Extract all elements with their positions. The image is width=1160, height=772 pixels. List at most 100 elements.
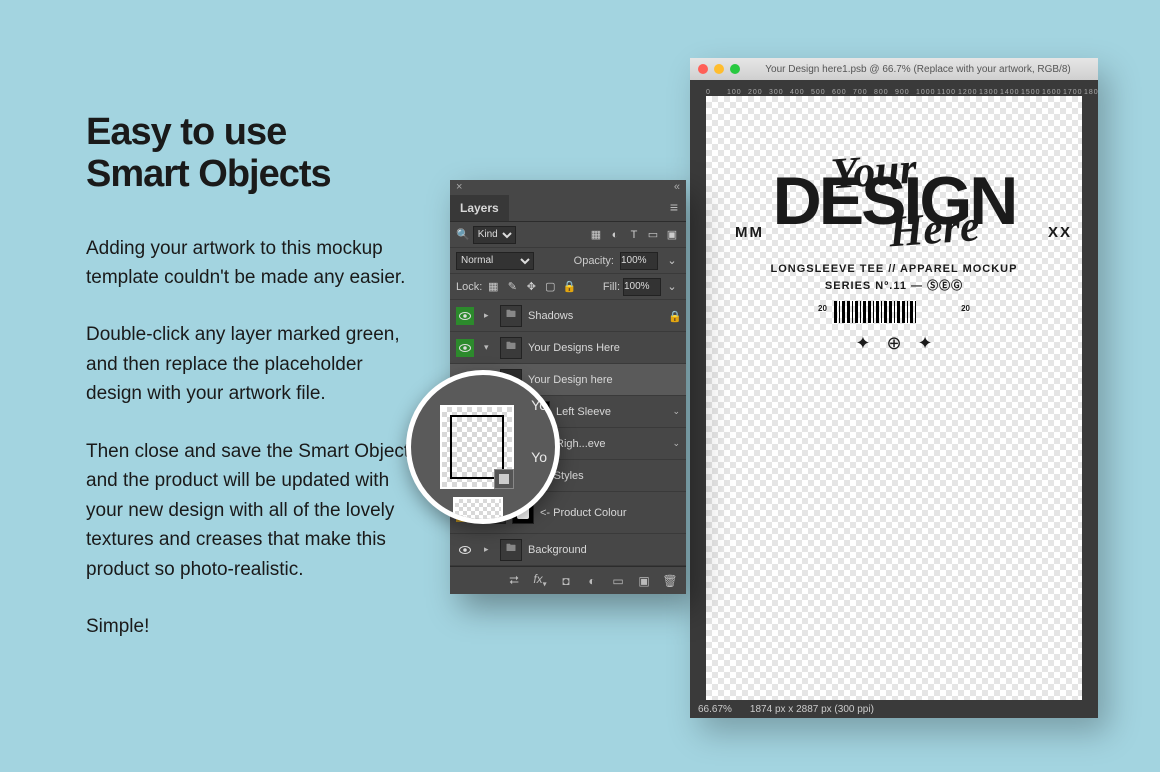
status-dimensions: 1874 px x 2887 px (300 ppi) <box>750 704 874 715</box>
paragraph-3: Then close and save the Smart Object and… <box>86 437 416 584</box>
disclosure-triangle-icon[interactable]: ▸ <box>484 544 494 555</box>
barcode-icon <box>834 301 954 323</box>
lock-artboard-icon[interactable]: ▢ <box>542 279 558 295</box>
smart-object-badge-icon <box>494 469 514 489</box>
opacity-chevron-icon[interactable]: ⌄ <box>664 253 680 269</box>
ruler-tick: 1500 <box>1021 89 1042 96</box>
sparkle-icon: ✦ <box>855 333 870 354</box>
ruler-vertical[interactable] <box>690 96 706 700</box>
layer-row[interactable]: ▸ 🖿 Background <box>450 534 686 566</box>
layer-name[interactable]: Your Design here <box>528 374 680 386</box>
magnified-thumbnail-below <box>453 497 503 524</box>
new-layer-icon[interactable]: ▣ <box>636 574 652 588</box>
visibility-eye-icon[interactable] <box>459 544 471 556</box>
lock-image-icon[interactable]: ✎ <box>504 279 520 295</box>
scrollbar-vertical[interactable] <box>1082 96 1098 700</box>
panel-collapse-icon[interactable]: « <box>674 181 680 193</box>
panel-top-bar[interactable]: × « <box>450 180 686 194</box>
disclosure-triangle-icon[interactable]: ▸ <box>484 310 494 321</box>
folder-icon: 🖿 <box>500 539 522 561</box>
layer-filter-row: 🔍 Kind ▦ ◐ T ▭ ▣ <box>450 222 686 248</box>
ruler-tick: 300 <box>769 89 790 96</box>
ruler-tick: 200 <box>748 89 769 96</box>
folder-icon: 🖿 <box>500 337 522 359</box>
globe-icon: ⊕ <box>886 333 901 354</box>
artwork-mm: MM <box>735 224 764 241</box>
new-adjustment-icon[interactable]: ◐ <box>584 574 600 588</box>
lock-all-icon[interactable]: 🔒 <box>561 279 577 295</box>
traffic-light-close-icon[interactable] <box>698 64 708 74</box>
filter-type-icon[interactable]: T <box>626 227 642 243</box>
traffic-light-minimize-icon[interactable] <box>714 64 724 74</box>
visibility-eye-icon[interactable] <box>459 310 471 322</box>
filter-smart-icon[interactable]: ▣ <box>664 227 680 243</box>
chevron-down-icon[interactable]: ⌄ <box>668 406 680 417</box>
traffic-light-zoom-icon[interactable] <box>730 64 740 74</box>
ruler-tick: 1600 <box>1042 89 1063 96</box>
new-group-icon[interactable]: ▭ <box>610 574 626 588</box>
layer-row[interactable]: ▸ 🖿 Shadows 🔒 <box>450 300 686 332</box>
fill-input[interactable] <box>623 278 661 296</box>
visibility-toggle[interactable] <box>456 339 474 357</box>
chevron-down-icon[interactable]: ⌄ <box>668 438 680 449</box>
opacity-input[interactable] <box>620 252 658 270</box>
ruler-tick: 1000 <box>916 89 937 96</box>
lock-fill-row: Lock: ▦ ✎ ✥ ▢ 🔒 Fill: ⌄ <box>450 274 686 300</box>
panel-close-icon[interactable]: × <box>456 181 462 193</box>
ruler-tick: 600 <box>832 89 853 96</box>
filter-shape-icon[interactable]: ▭ <box>645 227 661 243</box>
opacity-label: Opacity: <box>574 255 614 267</box>
filter-kind-select[interactable]: Kind <box>473 226 516 244</box>
folder-icon: 🖿 <box>500 305 522 327</box>
document-title: Your Design here1.psb @ 66.7% (Replace w… <box>746 64 1090 75</box>
paragraph-4: Simple! <box>86 612 416 641</box>
search-icon[interactable]: 🔍 <box>456 228 470 241</box>
disclosure-triangle-icon[interactable]: ▾ <box>484 342 494 353</box>
artwork-icon-row: ✦ ⊕ ✦ <box>855 333 932 354</box>
blend-mode-select[interactable]: Normal <box>456 252 534 270</box>
ruler-tick: 700 <box>853 89 874 96</box>
placeholder-artwork: MM XX Your DESIGN Here LONGSLEEVE TEE //… <box>706 96 1082 354</box>
lock-label: Lock: <box>456 281 482 293</box>
fill-chevron-icon[interactable]: ⌄ <box>664 279 680 295</box>
lock-icon[interactable]: 🔒 <box>668 310 680 322</box>
magnified-text-fragment: Yo <box>531 397 547 413</box>
ruler-tick: 800 <box>874 89 895 96</box>
layer-style-icon[interactable]: fx▾ <box>532 572 548 588</box>
artwork-script-top: Your <box>830 142 919 199</box>
ruler-tick: 0 <box>706 89 727 96</box>
fill-label: Fill: <box>603 281 620 293</box>
layers-tab[interactable]: Layers <box>450 195 509 221</box>
magnified-text-fragment: Yo <box>531 449 547 465</box>
window-titlebar[interactable]: Your Design here1.psb @ 66.7% (Replace w… <box>690 58 1098 80</box>
filter-adjust-icon[interactable]: ◐ <box>607 227 623 243</box>
layer-name[interactable]: Righ...eve <box>556 438 662 450</box>
document-canvas[interactable]: MM XX Your DESIGN Here LONGSLEEVE TEE //… <box>706 96 1082 700</box>
layer-name[interactable]: Background <box>528 544 680 556</box>
ruler-horizontal[interactable]: 0100200300400500600700800900100011001200… <box>690 80 1098 96</box>
smart-object-thumbnail[interactable] <box>440 405 514 489</box>
layer-name[interactable]: Left Sleeve <box>556 406 662 418</box>
layer-name[interactable]: Your Designs Here <box>528 342 680 354</box>
visibility-toggle[interactable] <box>456 541 474 559</box>
link-layers-icon[interactable]: ⮂ <box>506 573 522 588</box>
blend-opacity-row: Normal Opacity: ⌄ <box>450 248 686 274</box>
ruler-tick: 1100 <box>937 89 958 96</box>
lock-transparent-icon[interactable]: ▦ <box>485 279 501 295</box>
ruler-tick: 100 <box>727 89 748 96</box>
artwork-script-bot: Here <box>887 200 981 257</box>
visibility-eye-icon[interactable] <box>459 342 471 354</box>
status-zoom[interactable]: 66.67% <box>698 704 732 715</box>
visibility-toggle[interactable] <box>456 307 474 325</box>
lock-position-icon[interactable]: ✥ <box>523 279 539 295</box>
layer-row[interactable]: ▾ 🖿 Your Designs Here <box>450 332 686 364</box>
delete-layer-icon[interactable]: 🗑 <box>662 574 678 588</box>
add-mask-icon[interactable]: ◘ <box>558 574 574 588</box>
heading-line-2: Smart Objects <box>86 153 331 195</box>
panel-menu-icon[interactable]: ≡ <box>670 199 678 221</box>
layer-name[interactable]: <- Product Colour <box>540 507 680 519</box>
layer-name[interactable]: Shadows <box>528 310 662 322</box>
filter-pixel-icon[interactable]: ▦ <box>588 227 604 243</box>
ruler-tick: 500 <box>811 89 832 96</box>
ruler-tick: 1700 <box>1063 89 1084 96</box>
